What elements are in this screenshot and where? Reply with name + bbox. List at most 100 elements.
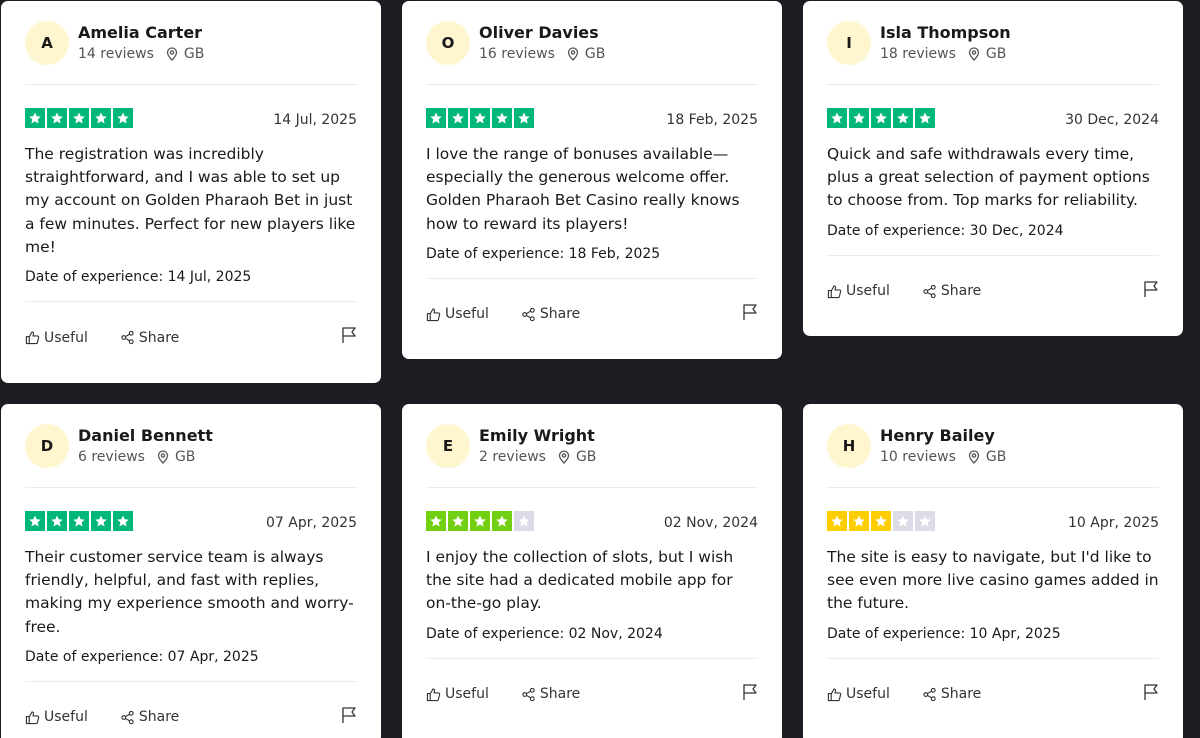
useful-button[interactable]: Useful <box>426 686 489 702</box>
avatar[interactable]: I <box>827 20 871 65</box>
reviews-count: 18 reviews <box>880 45 956 62</box>
flag-icon[interactable] <box>742 683 758 701</box>
useful-button[interactable]: Useful <box>827 686 890 702</box>
useful-label: Useful <box>445 686 489 703</box>
reviewer-name[interactable]: Oliver Davies <box>479 23 605 43</box>
avatar[interactable]: A <box>25 20 69 65</box>
review-date: 18 Feb, 2025 <box>666 112 758 128</box>
avatar[interactable]: H <box>827 423 871 468</box>
avatar[interactable]: E <box>426 423 470 468</box>
review-date: 07 Apr, 2025 <box>265 515 357 531</box>
star-icon <box>514 511 534 531</box>
star-icon <box>915 511 935 531</box>
rating-row: 10 Apr, 2025 <box>827 511 1159 531</box>
reviews-count: 10 reviews <box>880 448 956 465</box>
star-icon <box>91 108 111 128</box>
share-button[interactable]: Share <box>120 330 179 346</box>
useful-button[interactable]: Useful <box>426 306 489 322</box>
star-icon <box>69 511 89 531</box>
useful-label: Useful <box>846 686 890 703</box>
reviewer-meta: 6 reviews GB <box>78 448 213 466</box>
experience-date: 14 Jul, 2025 <box>167 269 252 286</box>
avatar[interactable]: O <box>426 20 470 65</box>
reviewer-country: GB <box>575 448 597 465</box>
reviewer-meta: 10 reviews GB <box>880 448 1006 466</box>
location-pin-icon <box>567 46 579 61</box>
star-rating <box>426 108 534 128</box>
star-icon <box>426 108 446 128</box>
star-icon <box>113 511 133 531</box>
flag-icon[interactable] <box>1143 683 1159 701</box>
useful-button[interactable]: Useful <box>25 709 88 725</box>
review-card: D Daniel Bennett 6 reviews GB 07 Apr, 20… <box>1 404 381 738</box>
useful-button[interactable]: Useful <box>25 330 88 346</box>
star-rating <box>827 108 935 128</box>
reviewer-country: GB <box>985 448 1007 465</box>
experience-label: Date of experience: <box>827 625 970 642</box>
flag-icon[interactable] <box>341 326 357 344</box>
experience-label: Date of experience: <box>426 625 569 642</box>
experience-date: 07 Apr, 2025 <box>167 648 259 665</box>
reviewer-name[interactable]: Daniel Bennett <box>78 426 213 446</box>
review-text: The site is easy to navigate, but I'd li… <box>827 548 1159 613</box>
flag-icon[interactable] <box>341 706 357 724</box>
reviewer-header: H Henry Bailey 10 reviews GB <box>827 404 1159 488</box>
review-card: E Emily Wright 2 reviews GB 02 Nov, 2024… <box>402 404 782 738</box>
star-icon <box>448 108 468 128</box>
star-icon <box>25 511 45 531</box>
review-text: I enjoy the collection of slots, but I w… <box>426 548 734 613</box>
review-date: 02 Nov, 2024 <box>663 515 758 531</box>
reviewer-name[interactable]: Emily Wright <box>479 426 596 446</box>
avatar[interactable]: D <box>25 423 69 468</box>
share-label: Share <box>539 306 581 323</box>
review-actions: Useful Share <box>426 277 758 350</box>
share-button[interactable]: Share <box>521 306 580 322</box>
date-of-experience: Date of experience: 18 Feb, 2025 <box>426 246 758 262</box>
rating-row: 14 Jul, 2025 <box>25 108 357 128</box>
date-of-experience: Date of experience: 07 Apr, 2025 <box>25 649 357 665</box>
useful-button[interactable]: Useful <box>827 283 890 299</box>
reviewer-name[interactable]: Isla Thompson <box>880 23 1011 43</box>
reviews-count: 16 reviews <box>479 45 555 62</box>
share-button[interactable]: Share <box>922 686 981 702</box>
reviewer-name[interactable]: Amelia Carter <box>78 23 204 43</box>
star-icon <box>47 511 67 531</box>
flag-icon[interactable] <box>742 303 758 321</box>
location-pin-icon <box>166 46 178 61</box>
share-label: Share <box>138 329 180 346</box>
reviews-count: 2 reviews <box>479 448 546 465</box>
reviewer-header: D Daniel Bennett 6 reviews GB <box>25 404 357 488</box>
reviewer-country: GB <box>183 45 205 62</box>
star-icon <box>91 511 111 531</box>
share-button[interactable]: Share <box>120 709 179 725</box>
share-label: Share <box>539 686 581 703</box>
share-icon <box>522 307 535 321</box>
flag-icon[interactable] <box>1143 280 1159 298</box>
date-of-experience: Date of experience: 14 Jul, 2025 <box>25 269 357 285</box>
star-icon <box>827 108 847 128</box>
reviewer-country: GB <box>985 45 1007 62</box>
date-of-experience: Date of experience: 10 Apr, 2025 <box>827 626 1159 642</box>
share-label: Share <box>138 709 180 726</box>
star-icon <box>849 511 869 531</box>
star-rating <box>426 511 534 531</box>
experience-date: 02 Nov, 2024 <box>568 625 663 642</box>
location-pin-icon <box>558 449 570 464</box>
share-icon <box>121 330 134 345</box>
star-rating <box>25 511 133 531</box>
thumbs-up-icon <box>426 308 441 321</box>
share-button[interactable]: Share <box>922 283 981 299</box>
review-actions: Useful Share <box>827 657 1159 730</box>
reviewer-name[interactable]: Henry Bailey <box>880 426 1006 446</box>
share-button[interactable]: Share <box>521 686 580 702</box>
reviews-count: 14 reviews <box>78 45 154 62</box>
star-icon <box>47 108 67 128</box>
share-icon <box>522 687 535 701</box>
experience-date: 18 Feb, 2025 <box>568 245 661 262</box>
star-icon <box>893 108 913 128</box>
experience-date: 30 Dec, 2024 <box>969 222 1064 239</box>
date-of-experience: Date of experience: 02 Nov, 2024 <box>426 626 758 642</box>
star-icon <box>871 511 891 531</box>
rating-row: 30 Dec, 2024 <box>827 108 1159 128</box>
review-date: 30 Dec, 2024 <box>1065 112 1159 128</box>
